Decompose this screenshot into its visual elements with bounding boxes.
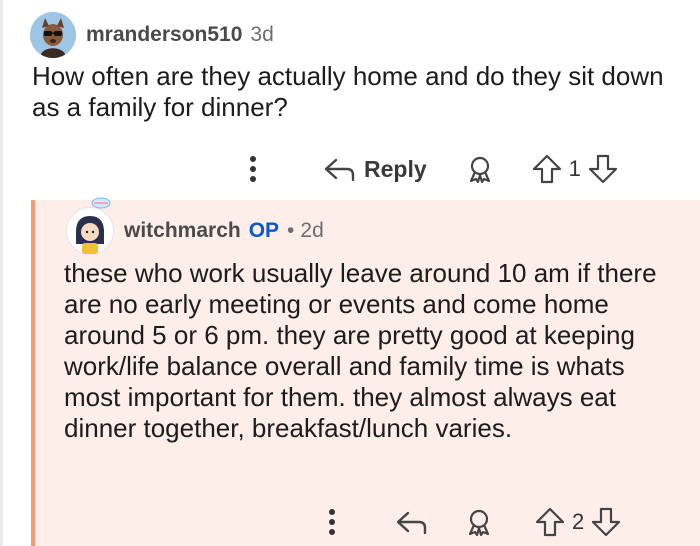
more-options-button[interactable] <box>240 155 266 183</box>
reply-arrow-icon <box>324 158 355 182</box>
reply-button[interactable]: Reply <box>322 155 427 183</box>
reply-arrow-icon <box>396 511 427 535</box>
downvote-icon <box>588 154 617 184</box>
separator-dot: • <box>287 219 295 242</box>
award-icon <box>469 156 490 184</box>
op-badge: OP <box>248 219 280 242</box>
reply-label: Reply <box>364 155 427 182</box>
comment-age: 3d <box>250 23 274 46</box>
comment-body: How often are they actually home and do … <box>32 61 664 122</box>
downvote-icon <box>592 507 621 537</box>
comment-header: mranderson510 3d <box>30 10 274 60</box>
comment-action-bar: Reply 1 <box>240 149 660 189</box>
award-icon <box>468 509 490 537</box>
reply-button[interactable] <box>394 508 428 536</box>
award-button[interactable] <box>464 507 494 537</box>
reply-body: these who work usually leave around 10 a… <box>64 258 657 443</box>
upvote-button[interactable] <box>534 506 566 538</box>
user-avatar[interactable] <box>30 12 76 58</box>
vote-count: 1 <box>568 156 581 181</box>
reply-header: witchmarch OP • 2d <box>66 197 324 257</box>
more-options-button[interactable] <box>320 508 344 536</box>
comment-age: 2d <box>300 219 324 242</box>
vote-count: 2 <box>572 509 585 534</box>
downvote-button[interactable] <box>587 153 619 185</box>
author-username[interactable]: witchmarch <box>124 219 241 243</box>
more-options-icon <box>329 509 335 535</box>
upvote-button[interactable] <box>531 153 563 185</box>
upvote-icon <box>532 154 561 184</box>
downvote-button[interactable] <box>590 506 622 538</box>
reply-action-bar: 2 <box>320 502 660 542</box>
more-options-icon <box>250 156 256 182</box>
award-button[interactable] <box>465 154 495 184</box>
thread-rail <box>0 0 3 546</box>
author-username[interactable]: mranderson510 <box>86 23 242 47</box>
user-avatar[interactable] <box>66 197 114 255</box>
upvote-icon <box>535 507 565 537</box>
